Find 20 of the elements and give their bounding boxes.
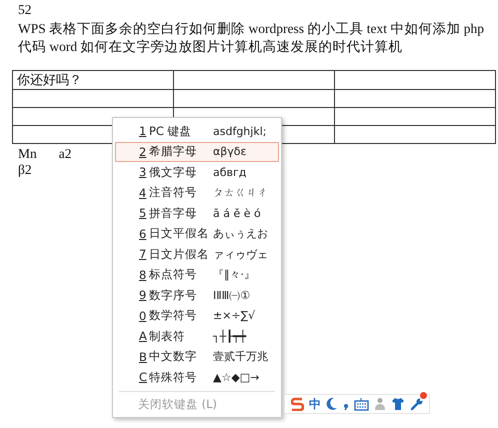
menu-item[interactable]: 9 数字序号 ⅠⅡⅢ㈠① (115, 285, 279, 306)
menu-item[interactable]: C 特殊符号 ▲☆◆□→ (115, 367, 279, 388)
table-cell-text: 你还好吗？ (17, 73, 82, 88)
menu-item[interactable]: 7 日文片假名 ァィゥヴェ (115, 244, 279, 264)
document-text: β2 (18, 162, 32, 178)
menu-item[interactable]: A 制表符 ┐┼┠┯┿ (115, 326, 279, 346)
paragraph-text: WPS 表格下面多余的空白行如何删除 wordpress 的小工具 text 中如何添加 php 代码 word 如何在文字旁边放图片计算机高速发展的时代计算机 (18, 20, 485, 56)
menu-item[interactable]: 8 标点符号 『‖々·』 (115, 264, 279, 285)
menu-item[interactable]: 2 希腊字母 αβγδε (115, 142, 279, 162)
menu-item[interactable]: 0 数学符号 ±×÷∑√ (115, 306, 279, 326)
menu-item[interactable]: 5 拼音字母 ā á ě è ó (115, 203, 279, 224)
page-number: 52 (18, 2, 32, 18)
input-mode-toggle[interactable]: 中 (309, 397, 321, 411)
menu-item[interactable]: 6 日文平假名 あぃぅえお (115, 224, 279, 244)
document-text: Mn (18, 146, 37, 162)
menu-item[interactable]: 3 俄文字母 абвгд (115, 162, 279, 182)
menu-item[interactable]: 1 PC 键盘 asdfghjkl; (115, 121, 279, 142)
document-text: a2 (58, 146, 72, 162)
menu-item[interactable]: B 中文数字 壹贰千万兆 (115, 346, 279, 367)
menu-item[interactable]: 4 注音符号 ㄆㄊㄍㄐㄔ (115, 182, 279, 203)
